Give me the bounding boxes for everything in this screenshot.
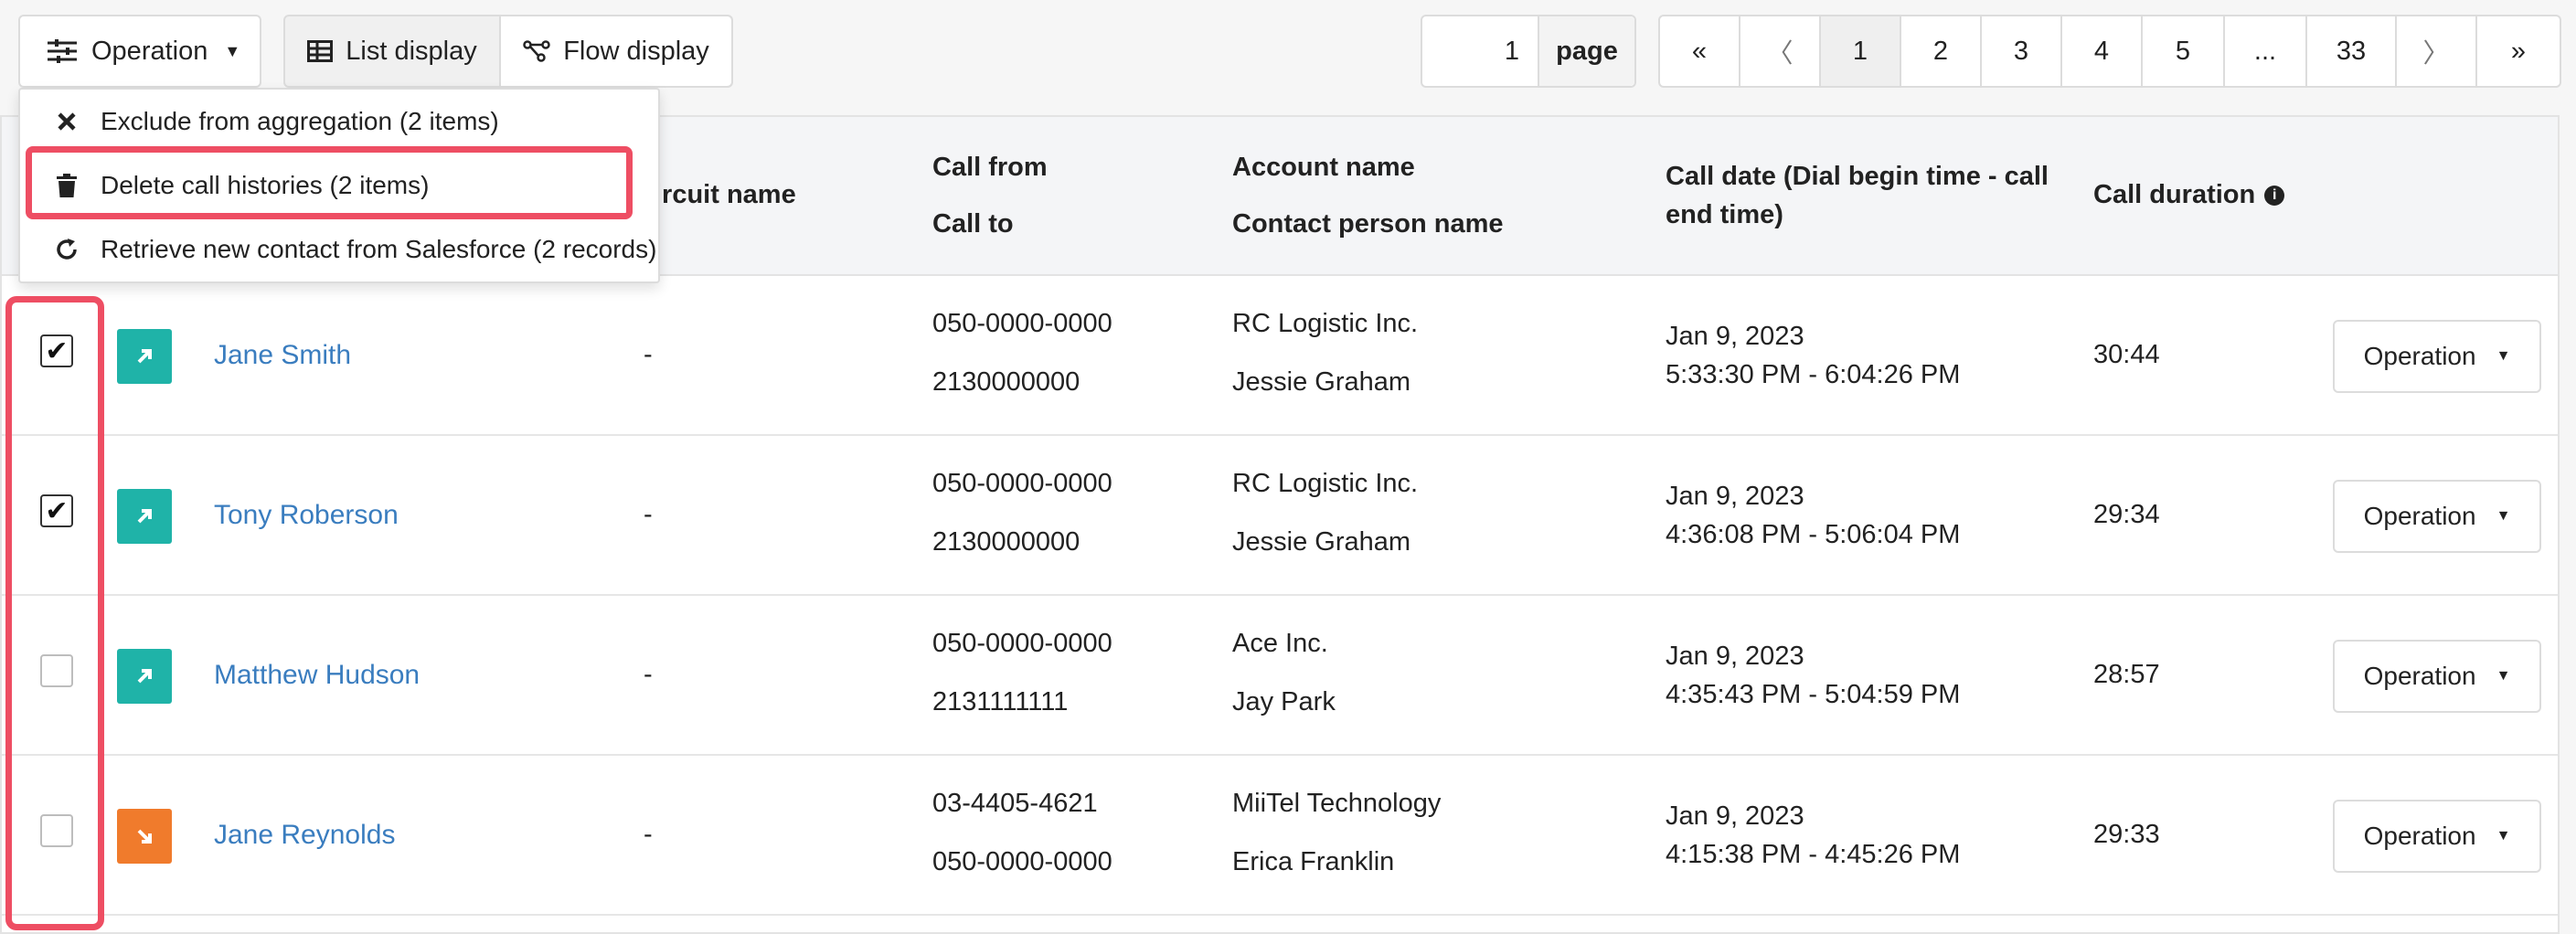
call-time-range: 4:36:08 PM - 5:06:04 PM (1666, 520, 1961, 549)
table-row: Jane Reynolds - 03-4405-4621 050-0000-00… (2, 756, 2558, 916)
page-jump: 1 page (1421, 15, 1636, 88)
caret-down-icon: ▼ (224, 41, 241, 60)
list-display-label: List display (346, 36, 477, 66)
flow-display-label: Flow display (563, 36, 709, 66)
call-from: 03-4405-4621 (932, 789, 1098, 818)
flow-display-button[interactable]: Flow display (501, 16, 731, 86)
menu-item-label: Retrieve new contact from Salesforce (2 … (101, 235, 657, 263)
highlight-delete-option (26, 146, 633, 219)
pager-page-3[interactable]: 3 (1982, 16, 2062, 86)
caller-name-link[interactable]: Matthew Hudson (214, 660, 420, 691)
header-call-from: Call from (932, 153, 1048, 182)
row-operation-button[interactable]: Operation ▼ (2333, 480, 2541, 553)
row-operation-label: Operation (2363, 822, 2476, 850)
page-jump-button[interactable]: page (1539, 16, 1634, 86)
call-from: 050-0000-0000 (932, 469, 1112, 498)
header-contact-person: Contact person name (1232, 209, 1504, 239)
menu-item-label: Exclude from aggregation (2 items) (101, 107, 499, 135)
call-duration: 30:44 (2093, 340, 2160, 369)
info-icon[interactable]: i (2264, 186, 2285, 207)
close-icon (51, 111, 82, 132)
pager-page-4[interactable]: 4 (2062, 16, 2143, 86)
call-to: 2131111111 (932, 687, 1069, 716)
operation-menu-button[interactable]: Operation ▼ (18, 15, 261, 88)
call-date: Jan 9, 2023 (1666, 482, 1804, 511)
call-from: 050-0000-0000 (932, 629, 1112, 658)
operation-menu-label: Operation (91, 36, 208, 66)
view-toggle: List display Flow display (283, 15, 733, 88)
flow-icon (523, 40, 550, 62)
account-name: MiiTel Technology (1232, 789, 1442, 818)
sliders-icon (48, 39, 77, 63)
call-to: 050-0000-0000 (932, 847, 1112, 876)
pager-page-5[interactable]: 5 (2143, 16, 2225, 86)
table-icon (307, 40, 334, 62)
account-name: RC Logistic Inc. (1232, 309, 1419, 338)
contact-person: Jessie Graham (1232, 527, 1411, 557)
call-duration: 28:57 (2093, 660, 2160, 689)
pager-page-1[interactable]: 1 (1821, 16, 1901, 86)
row-operation-label: Operation (2363, 502, 2476, 530)
circuit-name: - (644, 340, 653, 369)
pager-page-2[interactable]: 2 (1901, 16, 1982, 86)
refresh-icon (51, 238, 82, 261)
caller-name-link[interactable]: Jane Reynolds (214, 820, 395, 851)
table-row: Tony Roberson - 050-0000-0000 2130000000… (2, 436, 2558, 596)
table-row: Jane Smith - 050-0000-0000 2130000000 RC… (2, 276, 2558, 436)
caret-down-icon: ▼ (2496, 508, 2511, 524)
pagination: « 〈 1 2 3 4 5 ... 33 〉 » (1658, 15, 2561, 88)
call-duration: 29:33 (2093, 820, 2160, 849)
menu-item-exclude-aggregation[interactable]: Exclude from aggregation (2 items) (20, 90, 658, 154)
header-account-name: Account name (1232, 153, 1415, 182)
call-time-range: 4:35:43 PM - 5:04:59 PM (1666, 680, 1961, 709)
call-to: 2130000000 (932, 367, 1080, 397)
pager-page-33[interactable]: 33 (2307, 16, 2397, 86)
call-time-range: 5:33:30 PM - 6:04:26 PM (1666, 360, 1961, 389)
circuit-name: - (644, 500, 653, 529)
call-to: 2130000000 (932, 527, 1080, 557)
row-operation-button[interactable]: Operation ▼ (2333, 320, 2541, 393)
page-number-input[interactable]: 1 (1422, 16, 1539, 86)
outgoing-call-icon (117, 649, 172, 704)
row-operation-button[interactable]: Operation ▼ (2333, 640, 2541, 713)
contact-person: Jessie Graham (1232, 367, 1411, 397)
caret-down-icon: ▼ (2496, 668, 2511, 684)
call-date: Jan 9, 2023 (1666, 322, 1804, 351)
header-call-duration: Call duration i (2093, 175, 2285, 214)
outgoing-call-icon (117, 329, 172, 384)
contact-person: Erica Franklin (1232, 847, 1395, 876)
outgoing-call-icon (117, 489, 172, 544)
call-from: 050-0000-0000 (932, 309, 1112, 338)
header-call-to: Call to (932, 209, 1014, 239)
account-name: Ace Inc. (1232, 629, 1328, 658)
pager-next[interactable]: 〉 (2397, 16, 2477, 86)
call-date: Jan 9, 2023 (1666, 642, 1804, 671)
call-duration: 29:34 (2093, 500, 2160, 529)
incoming-call-icon (117, 809, 172, 864)
call-date: Jan 9, 2023 (1666, 801, 1804, 831)
pager-prev[interactable]: 〈 (1740, 16, 1821, 86)
circuit-name: - (644, 820, 653, 849)
contact-person: Jay Park (1232, 687, 1336, 716)
row-operation-label: Operation (2363, 662, 2476, 690)
caller-name-link[interactable]: Tony Roberson (214, 500, 399, 531)
pager-ellipsis: ... (2225, 16, 2307, 86)
header-circuit-name: ircuit name (655, 180, 796, 209)
highlight-checkbox-column (5, 296, 104, 930)
call-time-range: 4:15:38 PM - 4:45:26 PM (1666, 840, 1961, 869)
pager-last[interactable]: » (2477, 16, 2560, 86)
caret-down-icon: ▼ (2496, 828, 2511, 844)
caller-name-link[interactable]: Jane Smith (214, 340, 351, 371)
account-name: RC Logistic Inc. (1232, 469, 1419, 498)
pager-first[interactable]: « (1660, 16, 1740, 86)
list-display-button[interactable]: List display (285, 16, 501, 86)
menu-item-retrieve-salesforce[interactable]: Retrieve new contact from Salesforce (2 … (20, 218, 658, 281)
header-call-duration-label: Call duration (2093, 180, 2256, 209)
table-row: Matthew Hudson - 050-0000-0000 213111111… (2, 596, 2558, 756)
header-call-date: Call date (Dial begin time - call end ti… (1666, 162, 2049, 229)
row-operation-label: Operation (2363, 342, 2476, 370)
row-operation-button[interactable]: Operation ▼ (2333, 800, 2541, 873)
circuit-name: - (644, 660, 653, 689)
caret-down-icon: ▼ (2496, 348, 2511, 364)
